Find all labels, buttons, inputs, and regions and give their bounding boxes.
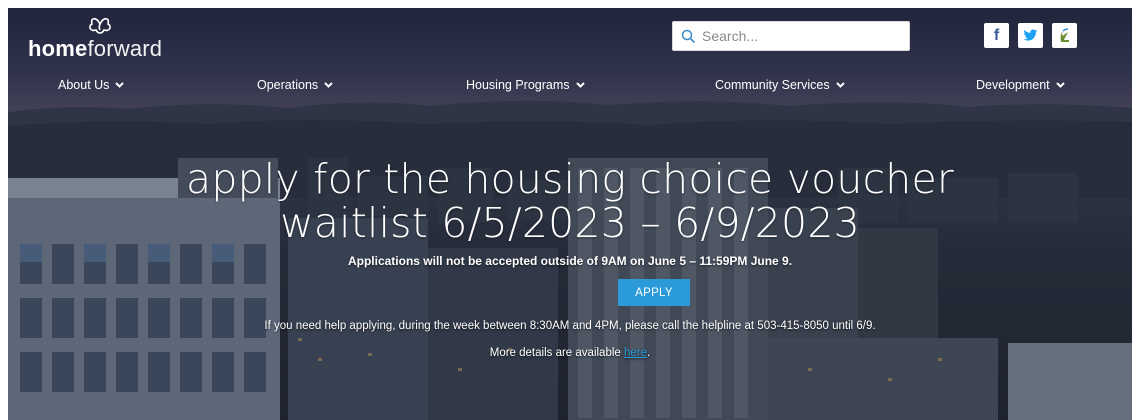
search-icon xyxy=(681,29,696,43)
accessibility-button[interactable] xyxy=(1052,23,1077,48)
apply-button[interactable]: APPLY xyxy=(618,279,690,306)
home-forward-logo[interactable]: homeforward xyxy=(28,14,178,64)
more-details: More details are available here. xyxy=(8,347,1132,359)
hero-banner: homeforward f About Us Operations xyxy=(8,8,1132,420)
chevron-down-icon xyxy=(1055,82,1065,88)
brand-name: homeforward xyxy=(28,36,162,62)
nav-label: About Us xyxy=(58,78,110,92)
nav-housing-programs[interactable]: Housing Programs xyxy=(466,78,585,92)
application-notice: Applications will not be accepted outsid… xyxy=(347,254,793,268)
facebook-icon: f xyxy=(993,26,1000,44)
brand-name-light: forward xyxy=(87,36,163,61)
nav-label: Operations xyxy=(257,78,319,92)
helpline-text: If you need help applying, during the we… xyxy=(264,320,876,332)
brand-name-bold: home xyxy=(28,36,88,61)
hero-headline-line1: apply for the housing choice voucher xyxy=(186,155,954,203)
twitter-button[interactable] xyxy=(1018,23,1043,48)
chevron-down-icon xyxy=(324,82,333,88)
facebook-button[interactable]: f xyxy=(984,23,1009,48)
flower-logo-icon xyxy=(89,17,111,34)
search-box[interactable] xyxy=(672,21,910,51)
more-details-link[interactable]: here xyxy=(624,347,647,359)
nav-community-services[interactable]: Community Services xyxy=(715,78,845,92)
accessibility-icon xyxy=(1060,27,1069,42)
nav-label: Housing Programs xyxy=(466,78,570,92)
nav-about-us[interactable]: About Us xyxy=(58,78,125,92)
more-details-suffix: . xyxy=(647,347,651,359)
search-input[interactable] xyxy=(702,28,902,44)
chevron-down-icon xyxy=(575,82,585,88)
nav-label: Development xyxy=(976,78,1050,92)
chevron-down-icon xyxy=(115,82,125,88)
nav-operations[interactable]: Operations xyxy=(257,78,333,92)
main-nav: About Us Operations Housing Programs Com… xyxy=(8,78,1132,100)
twitter-icon xyxy=(1023,29,1038,41)
more-details-prefix: More details are available xyxy=(489,347,624,359)
nav-label: Community Services xyxy=(715,78,830,92)
chevron-down-icon xyxy=(835,82,845,88)
hero-headline-line2: waitlist 6/5/2023 – 6/9/2023 xyxy=(280,199,860,247)
nav-development[interactable]: Development xyxy=(976,78,1065,92)
